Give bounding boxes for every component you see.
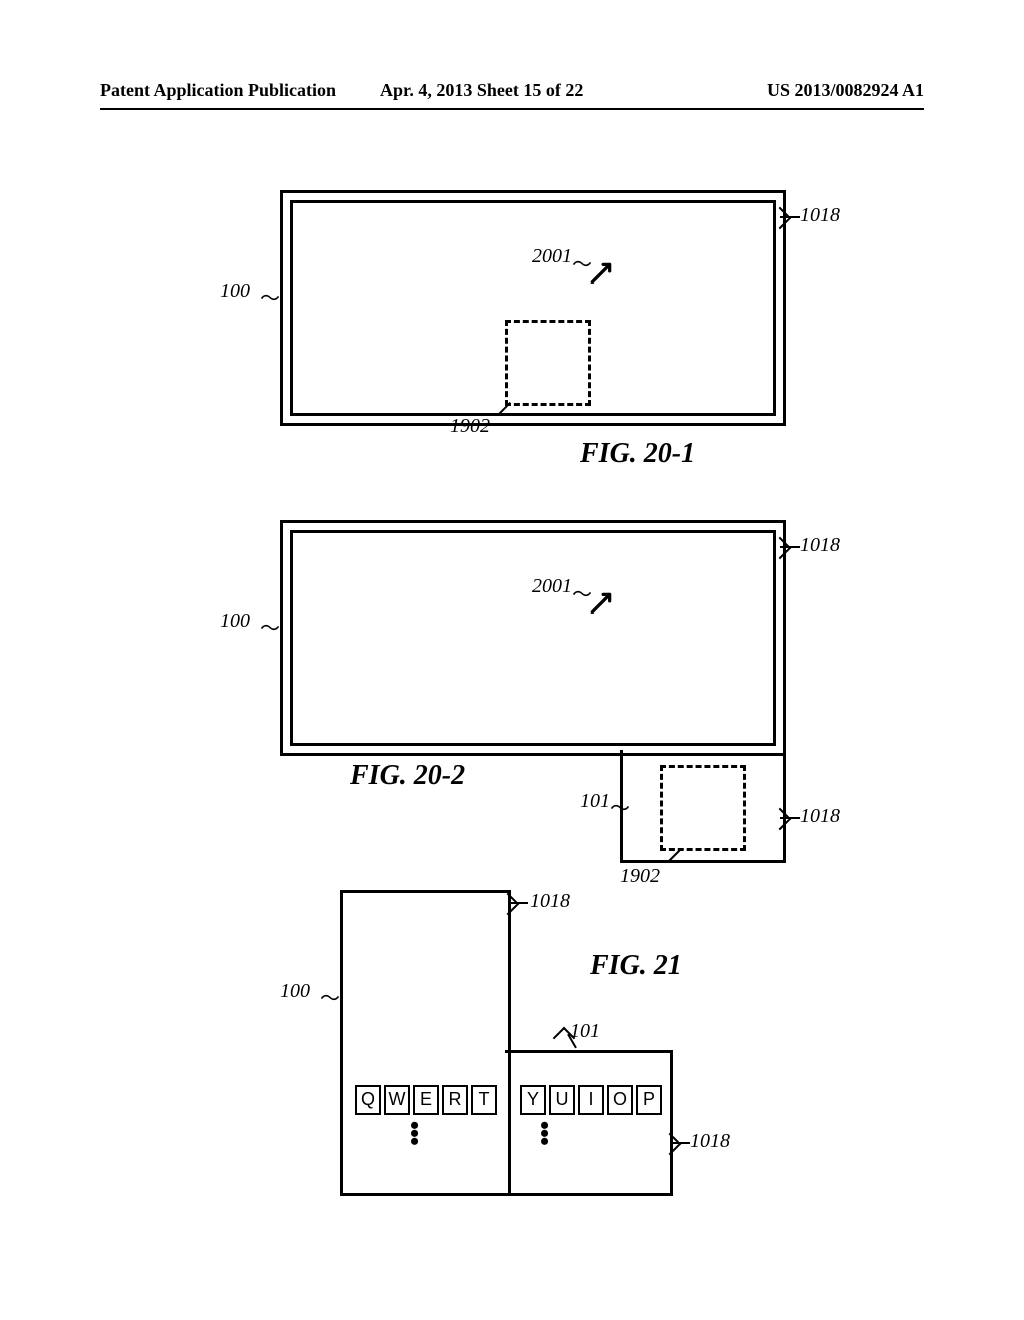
key-u: U (549, 1085, 575, 1115)
device-screen (290, 530, 776, 746)
key-i: I (578, 1085, 604, 1115)
ref-100: 100 (220, 610, 250, 633)
key-p: P (636, 1085, 662, 1115)
figure-caption: FIG. 20-1 (580, 438, 695, 470)
ellipsis-vertical-icon: ••• (410, 1122, 419, 1146)
key-t: T (471, 1085, 497, 1115)
ref-1902: 1902 (450, 415, 490, 438)
key-r: R (442, 1085, 468, 1115)
figure-20-1: 100 〜 1018 2001 〜 1902 FIG. 20-1 (220, 190, 820, 480)
ellipsis-vertical-icon: ••• (540, 1122, 549, 1146)
ref-100: 100 (280, 980, 310, 1003)
ref-1018b: 1018 (690, 1130, 730, 1153)
ref-1018: 1018 (800, 204, 840, 227)
header-left: Patent Application Publication (100, 80, 336, 101)
header-right: US 2013/0082924 A1 (767, 80, 924, 101)
key-q: Q (355, 1085, 381, 1115)
ref-2001: 2001 (532, 245, 572, 268)
ref-1018b: 1018 (800, 805, 840, 828)
figure-caption: FIG. 21 (590, 950, 682, 982)
ref-1018a: 1018 (530, 890, 570, 913)
patent-page: Patent Application Publication Apr. 4, 2… (60, 60, 964, 1260)
figure-21: FIG. 21 100 〜 1018 101 1018 Q W E R T Y … (220, 890, 860, 1230)
device-primary (340, 890, 511, 1196)
ref-1902: 1902 (620, 865, 660, 888)
ref-1018a: 1018 (800, 534, 840, 557)
ref-2001: 2001 (532, 575, 572, 598)
device-secondary (505, 1050, 673, 1196)
figure-20-2: 100 〜 1018 2001 〜 101 〜 1018 1902 FIG. 2… (220, 520, 860, 860)
ref-101: 101 (580, 790, 610, 813)
touch-region-dashed (505, 320, 591, 406)
ref-100: 100 (220, 280, 250, 303)
figure-caption: FIG. 20-2 (350, 760, 465, 792)
key-o: O (607, 1085, 633, 1115)
touch-region-dashed (660, 765, 746, 851)
key-w: W (384, 1085, 410, 1115)
header-mid: Apr. 4, 2013 Sheet 15 of 22 (380, 80, 583, 101)
keyboard-row-left: Q W E R T (355, 1085, 497, 1115)
header-rule (100, 108, 924, 110)
ref-101: 101 (570, 1020, 600, 1043)
